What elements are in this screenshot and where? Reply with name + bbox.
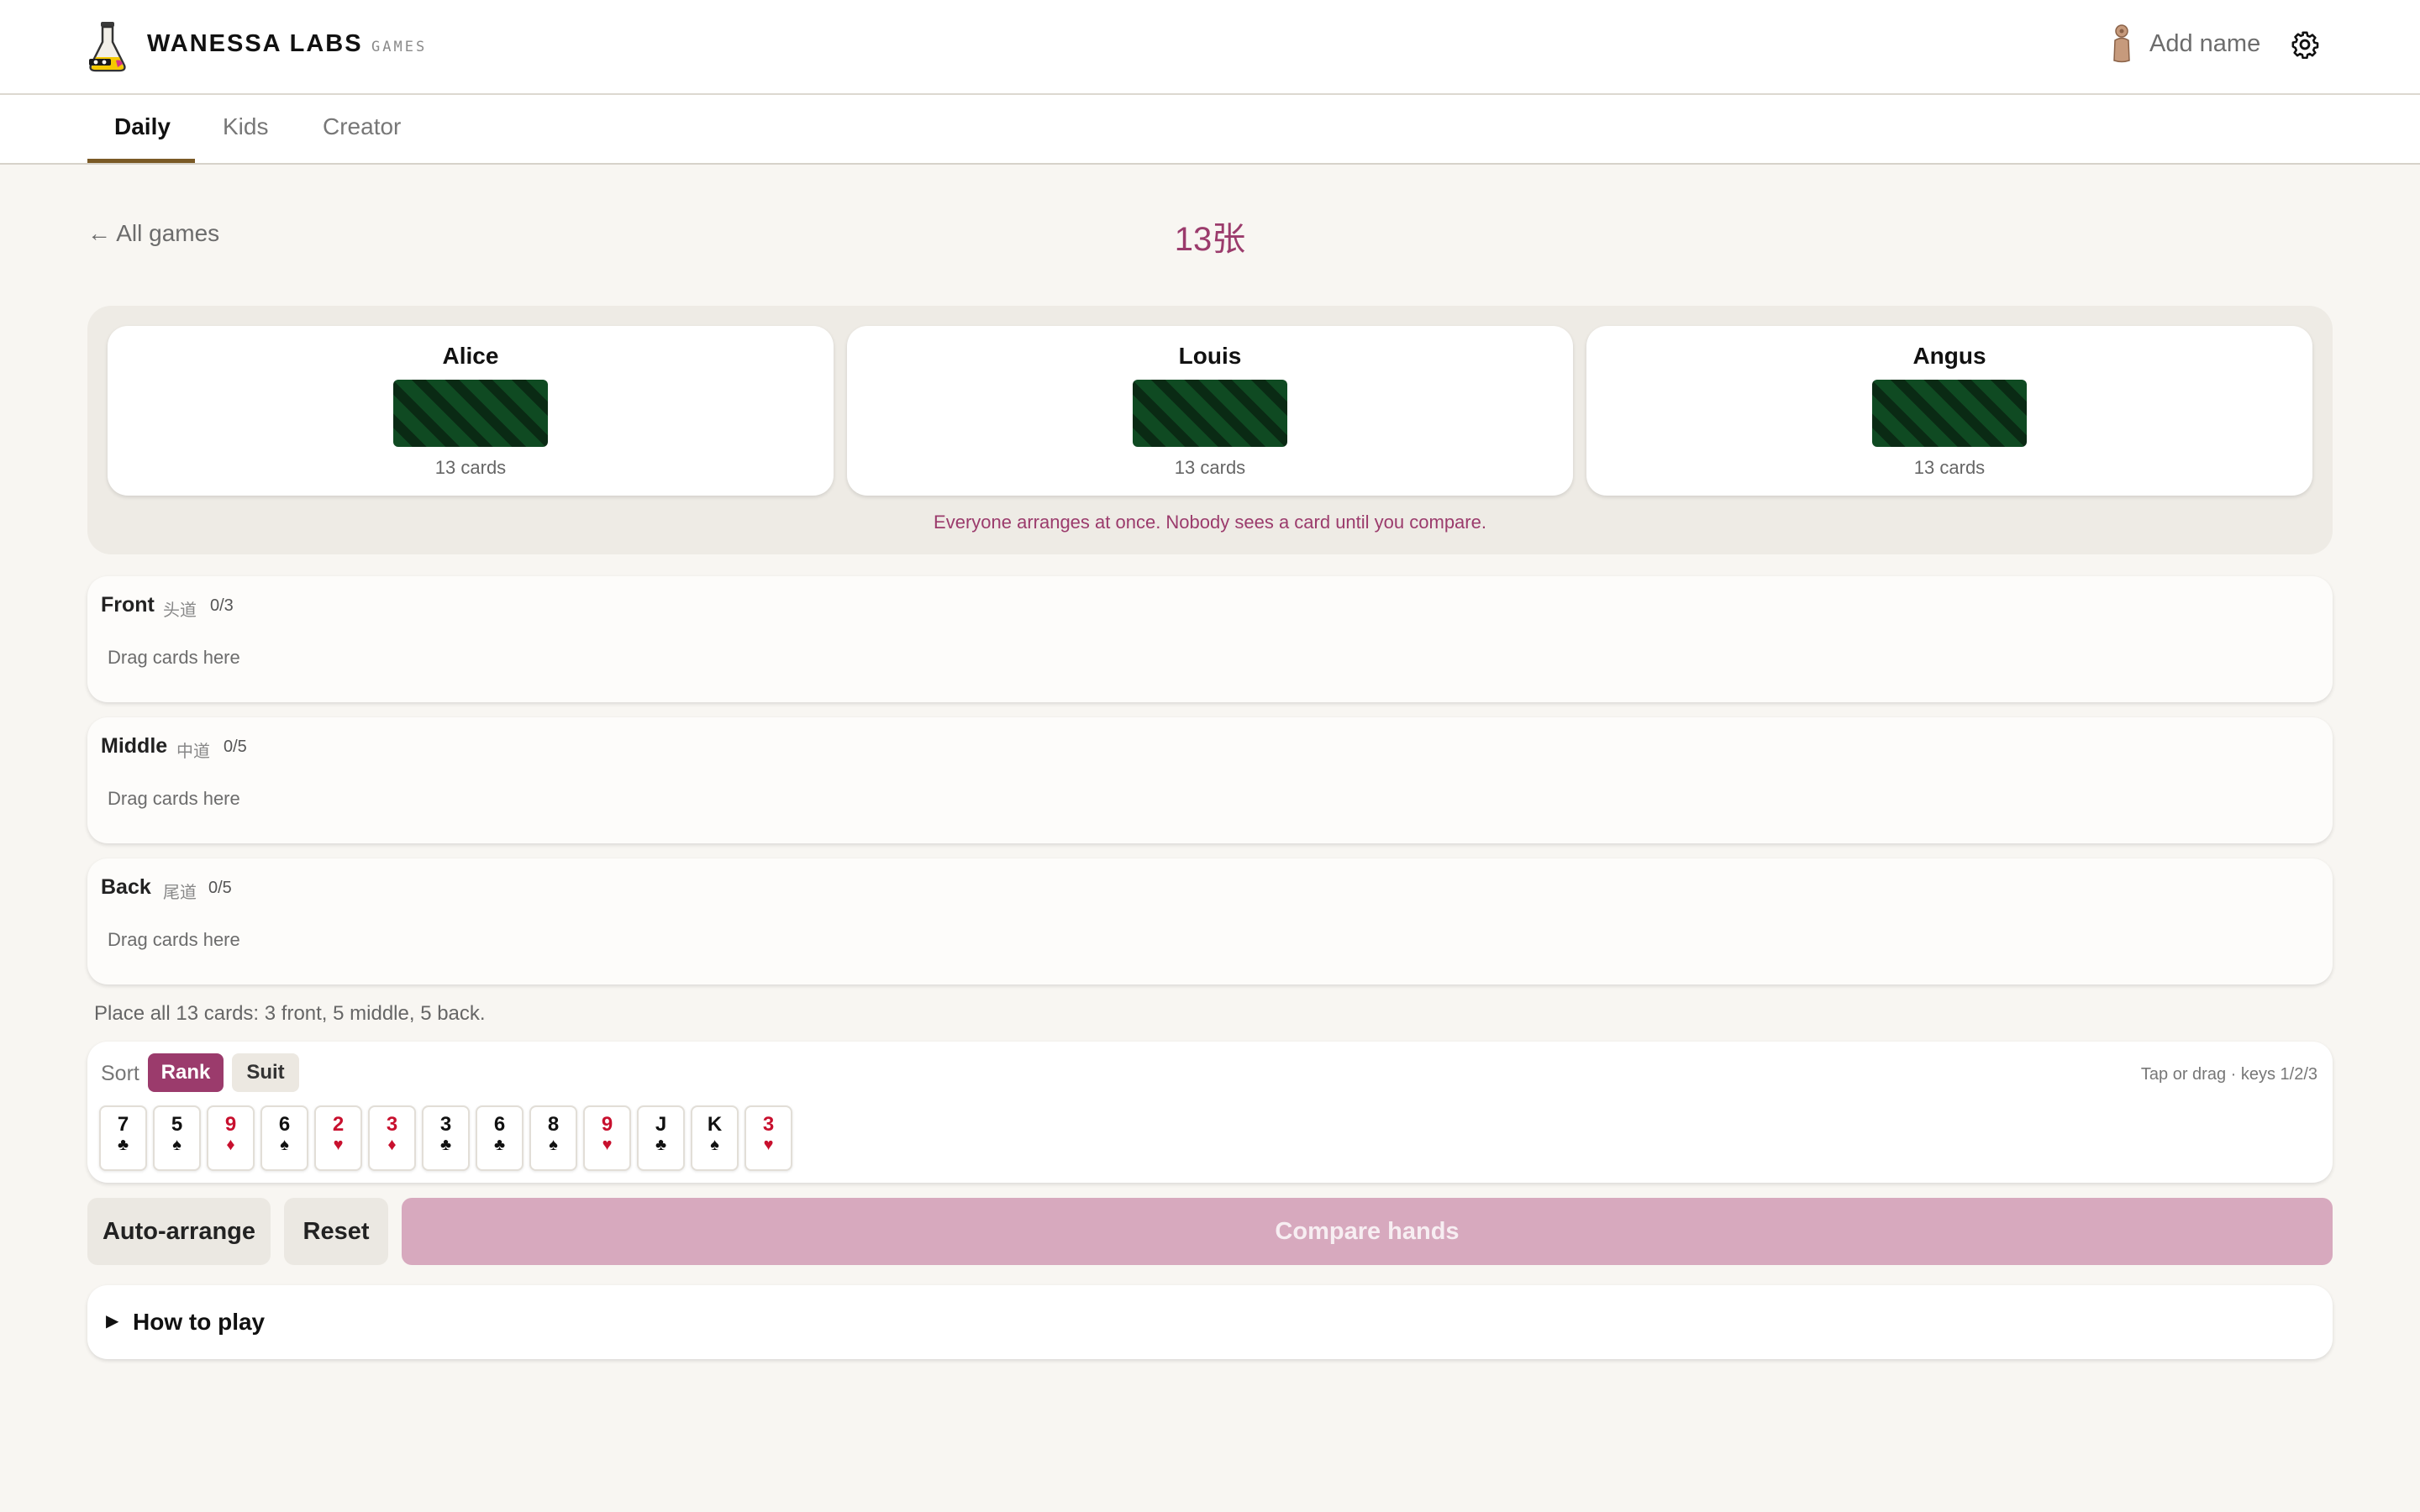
heart-suit-icon: ♥ (602, 1136, 613, 1154)
player-card-count: 13 cards (1913, 457, 1986, 478)
playing-card[interactable]: 9 ♦ (207, 1105, 255, 1171)
auto-arrange-button[interactable]: Auto-arrange (87, 1198, 271, 1265)
spade-suit-icon: ♠ (549, 1136, 558, 1154)
diamond-suit-icon: ♦ (226, 1136, 235, 1154)
tab-kids[interactable]: Kids (223, 95, 268, 165)
playing-card[interactable]: 3 ♥ (744, 1105, 792, 1171)
club-suit-icon: ♣ (439, 1136, 452, 1154)
row-chinese-label: 头道 (163, 601, 197, 620)
sort-rank-button[interactable]: Rank (148, 1053, 224, 1092)
disclosure-triangle-icon: ▶ (106, 1312, 119, 1331)
add-name-link[interactable]: Add name (2149, 30, 2260, 58)
player-card-angus: Angus 13 cards (1586, 326, 2312, 496)
back-row-dropzone[interactable]: Back 尾道 0/5 Drag cards here (87, 858, 2333, 984)
card-back-stack (1133, 380, 1287, 447)
card-back-stack (1872, 380, 2027, 447)
spade-suit-icon: ♠ (710, 1136, 719, 1154)
reset-button[interactable]: Reset (284, 1198, 388, 1265)
club-suit-icon: ♣ (117, 1136, 129, 1154)
tab-creator[interactable]: Creator (323, 95, 401, 165)
row-count: 0/5 (224, 738, 247, 756)
flask-logo-icon[interactable] (84, 20, 131, 72)
brand-name[interactable]: WANESSA LABS (147, 30, 363, 58)
playing-card[interactable]: 5 ♠ (153, 1105, 201, 1171)
club-suit-icon: ♣ (493, 1136, 506, 1154)
front-row-dropzone[interactable]: Front 头道 0/3 Drag cards here (87, 576, 2333, 702)
playing-card[interactable]: 6 ♠ (260, 1105, 308, 1171)
how-to-play-label: How to play (133, 1309, 266, 1335)
player-name: Louis (1178, 343, 1242, 369)
playing-card[interactable]: J ♣ (637, 1105, 685, 1171)
players-notice: Everyone arranges at once. Nobody sees a… (934, 512, 1486, 533)
row-count: 0/3 (210, 596, 234, 615)
player-card-alice: Alice 13 cards (108, 326, 834, 496)
row-title: Back (101, 875, 151, 899)
row-chinese-label: 中道 (176, 743, 210, 761)
spade-suit-icon: ♠ (280, 1136, 289, 1154)
sort-suit-button[interactable]: Suit (232, 1053, 299, 1092)
playing-card[interactable]: 3 ♣ (422, 1105, 470, 1171)
tab-daily[interactable]: Daily (114, 95, 171, 165)
row-drop-hint: Drag cards here (108, 788, 240, 809)
row-title: Middle (101, 734, 168, 758)
spade-suit-icon: ♠ (172, 1136, 182, 1154)
active-tab-indicator (87, 159, 195, 163)
hand-panel: Sort Rank Suit Tap or drag · keys 1/2/3 … (87, 1042, 2333, 1183)
heart-suit-icon: ♥ (333, 1136, 344, 1154)
keys-hint: Tap or drag · keys 1/2/3 (2140, 1065, 2317, 1084)
playing-card[interactable]: 3 ♦ (368, 1105, 416, 1171)
person-icon[interactable] (2109, 24, 2134, 64)
card-back-stack (393, 380, 548, 447)
placement-hint: Place all 13 cards: 3 front, 5 middle, 5… (94, 1002, 486, 1025)
row-drop-hint: Drag cards here (108, 647, 240, 668)
compare-hands-button[interactable]: Compare hands (402, 1198, 2333, 1265)
playing-card[interactable]: 9 ♥ (583, 1105, 631, 1171)
player-name: Alice (442, 343, 499, 369)
club-suit-icon: ♣ (655, 1136, 667, 1154)
diamond-suit-icon: ♦ (387, 1136, 397, 1154)
row-drop-hint: Drag cards here (108, 929, 240, 950)
playing-card[interactable]: 6 ♣ (476, 1105, 523, 1171)
sort-label: Sort (101, 1062, 139, 1085)
row-count: 0/5 (208, 879, 232, 897)
player-card-count: 13 cards (1174, 457, 1246, 478)
tab-bar: Daily Kids Creator (0, 95, 2420, 165)
playing-card[interactable]: 8 ♠ (529, 1105, 577, 1171)
gear-icon[interactable] (2291, 30, 2319, 59)
page-title: 13张 (1174, 221, 1246, 258)
playing-card[interactable]: K ♠ (691, 1105, 739, 1171)
heart-suit-icon: ♥ (763, 1136, 774, 1154)
row-chinese-label: 尾道 (163, 884, 197, 902)
brand-subtitle: GAMES (371, 39, 428, 55)
app-header: WANESSA LABS GAMES Add name (0, 0, 2420, 95)
player-card-louis: Louis 13 cards (847, 326, 1573, 496)
middle-row-dropzone[interactable]: Middle 中道 0/5 Drag cards here (87, 717, 2333, 843)
how-to-play-disclosure[interactable]: ▶ How to play (87, 1285, 2333, 1359)
player-card-count: 13 cards (434, 457, 507, 478)
playing-card[interactable]: 2 ♥ (314, 1105, 362, 1171)
player-name: Angus (1912, 343, 1986, 369)
playing-card[interactable]: 7 ♣ (99, 1105, 147, 1171)
row-title: Front (101, 593, 155, 617)
